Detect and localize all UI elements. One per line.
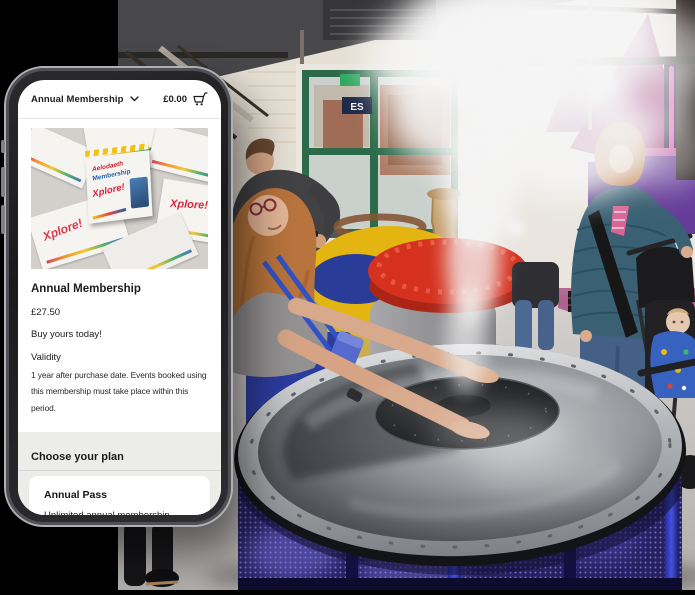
plan-section: Choose your plan Annual Pass Unlimited a… xyxy=(18,432,221,515)
membership-card-featured: Aelodaeth Membership Xplore! xyxy=(85,150,152,224)
shop-header: Annual Membership £0.00 xyxy=(18,80,221,119)
validity-heading: Validity xyxy=(31,352,61,363)
plan-dropdown-label: Annual Membership xyxy=(31,94,124,105)
cart-total: £0.00 xyxy=(163,94,187,105)
phone-volume-down-button xyxy=(1,205,5,234)
product-title: Annual Membership xyxy=(31,283,141,295)
phone-mute-switch xyxy=(1,140,5,153)
card-photo-patch xyxy=(130,176,149,208)
validity-text: 1 year after purchase date. Events booke… xyxy=(31,367,213,416)
card-stripes xyxy=(92,208,126,220)
phone-screen[interactable]: Annual Membership £0.00 xyxy=(18,80,221,515)
phone-mockup: Annual Membership £0.00 xyxy=(4,66,233,527)
membership-card xyxy=(147,128,208,184)
product-price: £27.50 xyxy=(31,307,60,318)
cart-button[interactable]: £0.00 xyxy=(163,92,208,106)
phone-volume-up-button xyxy=(1,167,5,197)
page: ES xyxy=(0,0,695,595)
plan-description: Unlimited annual membership xyxy=(44,510,170,515)
product-image-carousel[interactable]: Xplore! Xplore! Aelodaeth Membership Xpl… xyxy=(31,128,208,269)
product-tagline: Buy yours today! xyxy=(31,329,102,340)
cart-icon xyxy=(193,92,208,106)
plan-dropdown[interactable]: Annual Membership xyxy=(31,94,139,105)
plan-section-divider xyxy=(18,470,221,471)
plan-name: Annual Pass xyxy=(44,489,107,501)
plan-section-title: Choose your plan xyxy=(31,451,124,463)
chevron-down-icon xyxy=(130,96,139,102)
plan-card-annual-pass[interactable]: Annual Pass Unlimited annual membership xyxy=(29,476,210,515)
